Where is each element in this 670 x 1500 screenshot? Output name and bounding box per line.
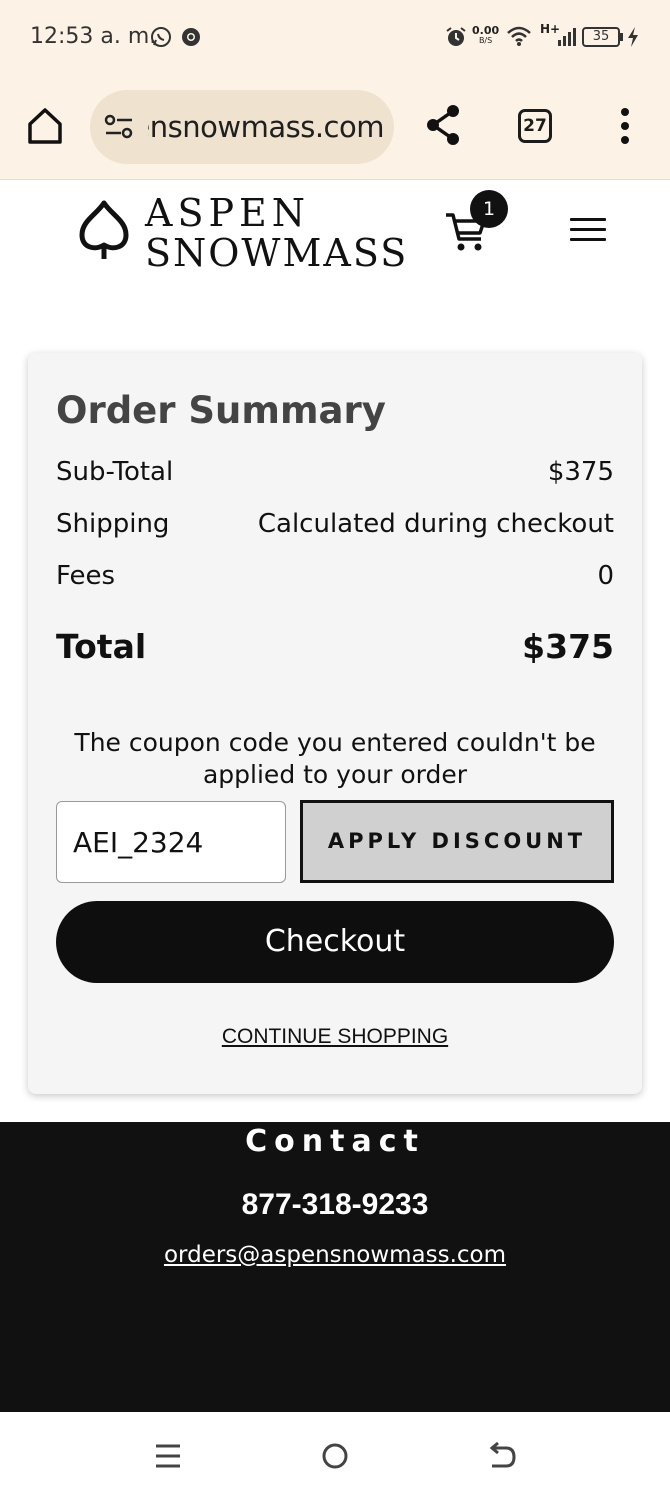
net-speed-unit: B/S <box>478 36 493 45</box>
system-nav-bar <box>0 1412 670 1500</box>
aspen-leaf-logo-icon[interactable] <box>76 199 132 263</box>
wifi-icon <box>507 26 531 46</box>
total-value: $375 <box>522 627 614 666</box>
fees-label: Fees <box>56 561 116 591</box>
battery-tip <box>620 33 623 41</box>
continue-shopping-link[interactable]: CONTINUE SHOPPING <box>56 1025 614 1049</box>
status-time: 12:53 a. m. <box>30 24 157 49</box>
footer-contact-title: Contact <box>245 1124 425 1159</box>
battery-level: 35 <box>592 29 610 44</box>
subtotal-value: $375 <box>547 457 614 487</box>
back-icon[interactable] <box>486 1440 518 1472</box>
logo-line-1: ASPEN <box>145 191 311 235</box>
recents-icon[interactable] <box>152 1440 184 1472</box>
alarm-icon <box>446 27 466 46</box>
total-row: Total $375 <box>56 627 614 666</box>
tab-switcher-button[interactable]: 27 <box>518 109 552 143</box>
home-icon[interactable] <box>26 106 64 146</box>
shipping-row: Shipping Calculated during checkout <box>56 509 614 545</box>
site-settings-icon[interactable] <box>104 114 134 140</box>
signal-icon <box>558 28 576 46</box>
order-summary-card: Order Summary Sub-Total $375 Shipping Ca… <box>28 353 642 1094</box>
total-label: Total <box>56 627 147 666</box>
subtotal-row: Sub-Total $375 <box>56 457 614 493</box>
share-icon[interactable] <box>424 102 462 148</box>
url-value: aspensnowmass.com <box>148 110 384 144</box>
footer: Contact 877-318-9233 orders@aspensnowmas… <box>0 1122 670 1412</box>
site-header: ASPEN SNOWMASS 1 <box>0 181 670 291</box>
more-vert-icon[interactable] <box>612 104 638 148</box>
net-speed: 0.00 B/S <box>472 24 500 46</box>
logo-line-2: SNOWMASS <box>145 231 409 275</box>
fees-row: Fees 0 <box>56 561 614 597</box>
subtotal-label: Sub-Total <box>56 457 174 487</box>
order-summary-title: Order Summary <box>56 389 386 432</box>
contact-email-link[interactable]: orders@aspensnowmass.com <box>0 1242 670 1268</box>
hamburger-menu-icon[interactable] <box>570 218 606 244</box>
battery-icon: 35 <box>582 27 620 47</box>
nav-home-icon[interactable] <box>319 1440 351 1472</box>
address-bar[interactable]: aspensnowmass.com <box>90 90 394 164</box>
apply-discount-button[interactable]: APPLY DISCOUNT <box>300 800 614 883</box>
site-logo[interactable]: ASPEN SNOWMASS <box>145 193 408 273</box>
browser-toolbar: aspensnowmass.com 27 <box>0 76 670 180</box>
shipping-label: Shipping <box>56 509 170 539</box>
cart-count-badge: 1 <box>470 190 508 228</box>
shipping-value: Calculated during checkout <box>257 509 614 539</box>
chrome-icon <box>182 28 200 46</box>
fees-value: 0 <box>597 561 614 591</box>
coupon-error-message: The coupon code you entered couldn't be … <box>74 728 596 789</box>
net-speed-value: 0.00 <box>472 24 500 37</box>
contact-phone-link[interactable]: 877-318-9233 <box>0 1188 670 1222</box>
url-text[interactable]: aspensnowmass.com <box>148 110 384 144</box>
charging-icon <box>628 27 638 47</box>
whatsapp-icon <box>151 27 171 47</box>
status-bar: 12:53 a. m. 0.00 B/S H+ 35 <box>0 0 670 76</box>
coupon-code-input[interactable] <box>56 801 286 883</box>
checkout-button[interactable]: Checkout <box>56 901 614 983</box>
